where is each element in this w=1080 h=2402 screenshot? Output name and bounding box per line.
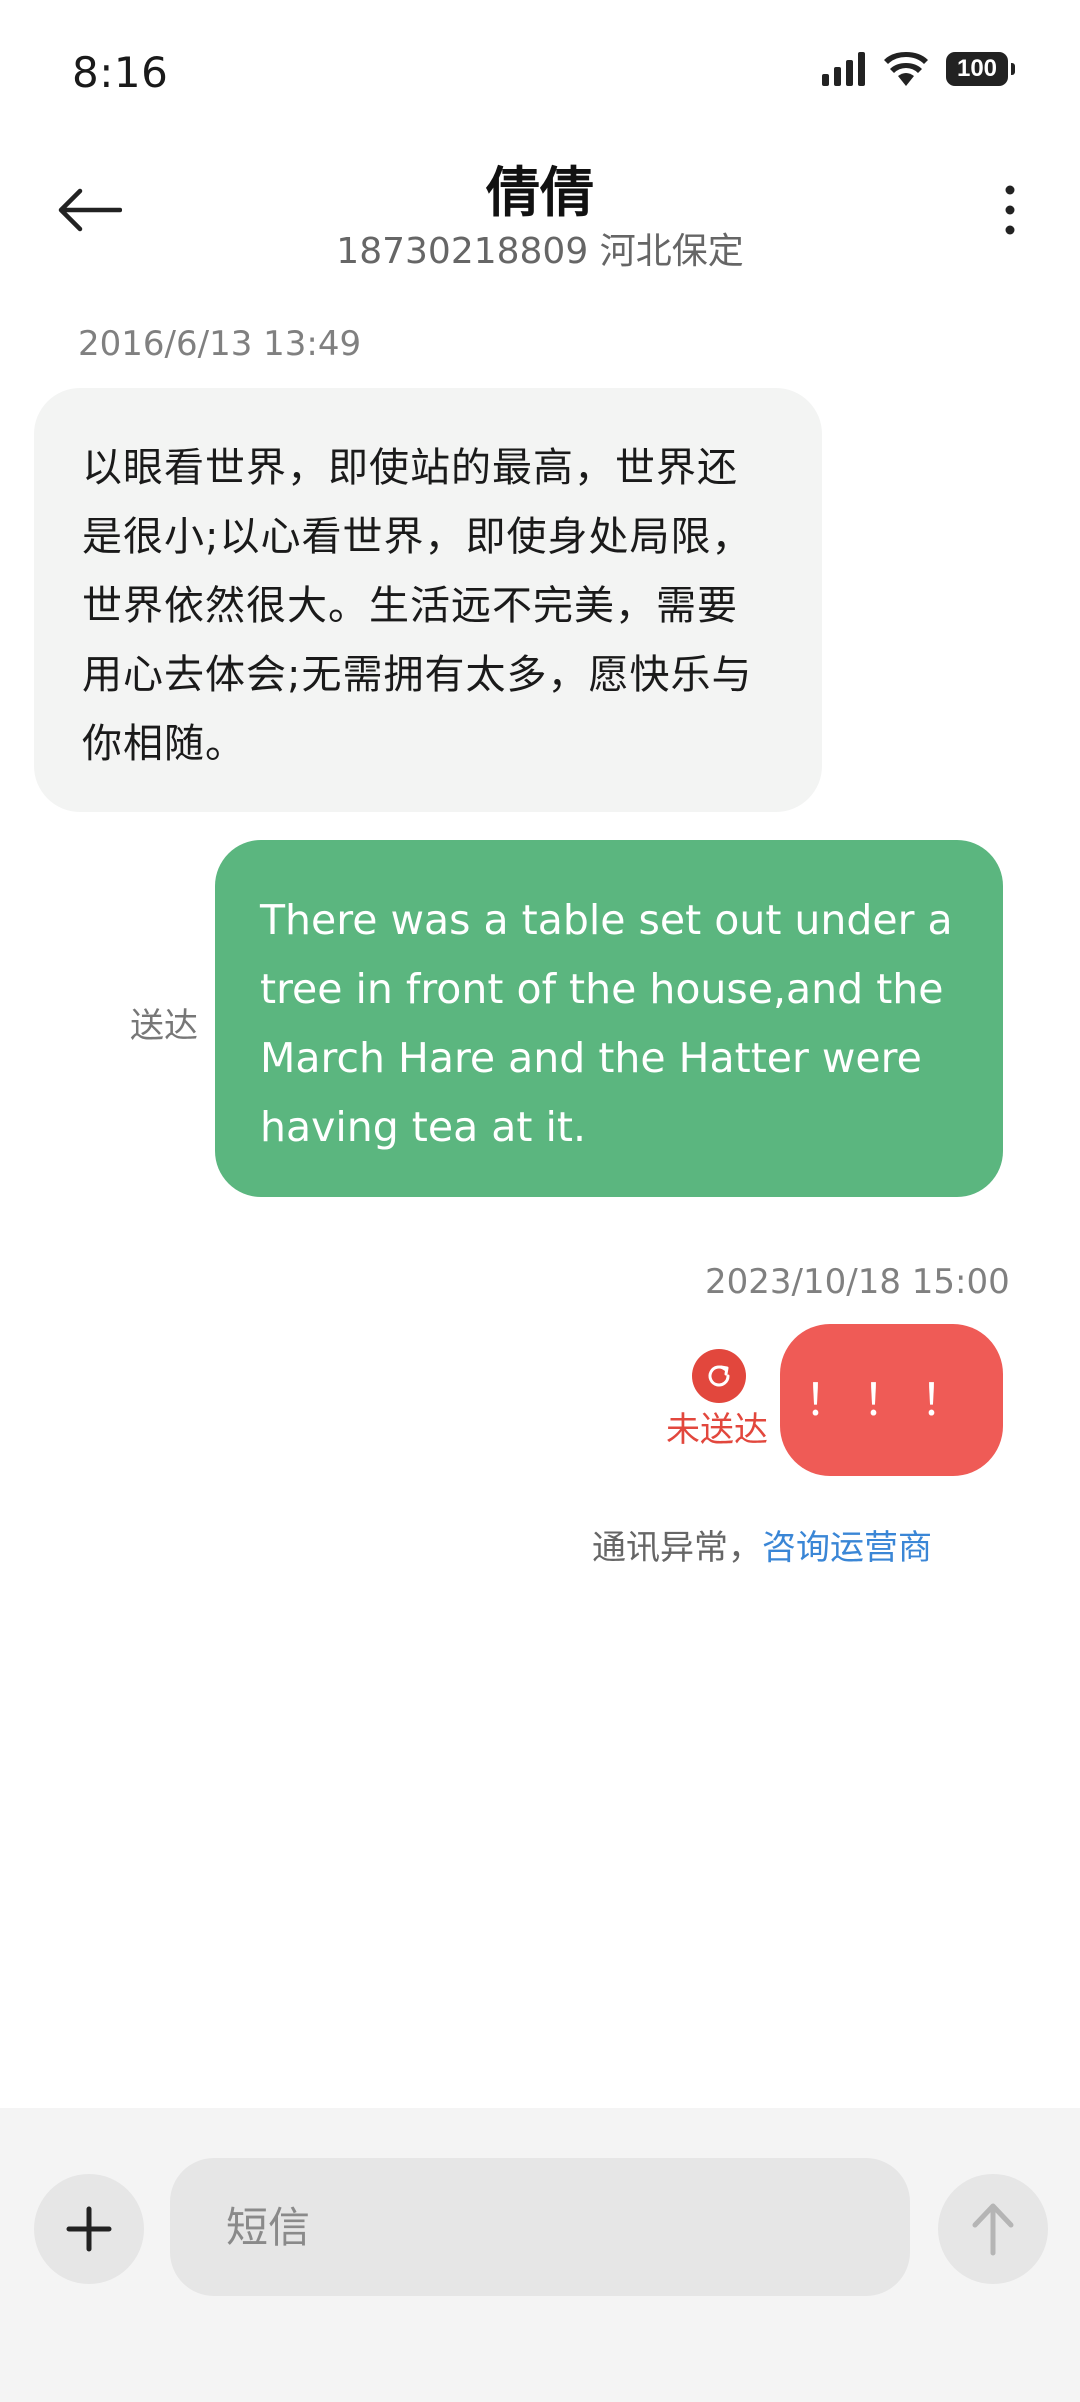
failed-status: 未送达: [666, 1410, 768, 1450]
message-timestamp: 2023/10/18 15:00: [705, 1262, 1010, 1302]
wifi-icon: [884, 52, 928, 86]
send-button[interactable]: [938, 2174, 1048, 2284]
notice-text: 通讯异常，: [592, 1528, 762, 1568]
status-icons: 100: [822, 52, 1015, 86]
battery-icon: 100: [946, 52, 1015, 86]
plus-icon: [66, 2206, 112, 2252]
failed-message-bubble[interactable]: ！！！: [780, 1324, 1003, 1476]
status-time: 8:16: [72, 48, 169, 97]
contact-carrier-link[interactable]: 咨询运营商: [762, 1528, 932, 1568]
send-arrow-icon: [972, 2203, 1014, 2256]
add-attachment-button[interactable]: [34, 2174, 144, 2284]
outgoing-message-bubble[interactable]: There was a table set out under a tree i…: [215, 840, 1003, 1197]
retry-send-icon[interactable]: [692, 1349, 746, 1403]
sms-input[interactable]: [170, 2158, 910, 2296]
more-vertical-icon: [1005, 185, 1015, 235]
more-options-button[interactable]: [980, 170, 1040, 250]
network-error-notice: 通讯异常，咨询运营商: [592, 1520, 932, 1569]
delivered-status: 送达: [130, 1006, 198, 1046]
signal-icon: [822, 52, 865, 86]
message-timestamp: 2016/6/13 13:49: [78, 324, 362, 364]
contact-subtitle: 18730218809 河北保定: [336, 231, 744, 272]
contact-name: 倩倩: [486, 161, 594, 224]
incoming-message-bubble[interactable]: 以眼看世界，即使站的最高，世界还是很小;以心看世界，即使身处局限，世界依然很大。…: [34, 388, 822, 812]
